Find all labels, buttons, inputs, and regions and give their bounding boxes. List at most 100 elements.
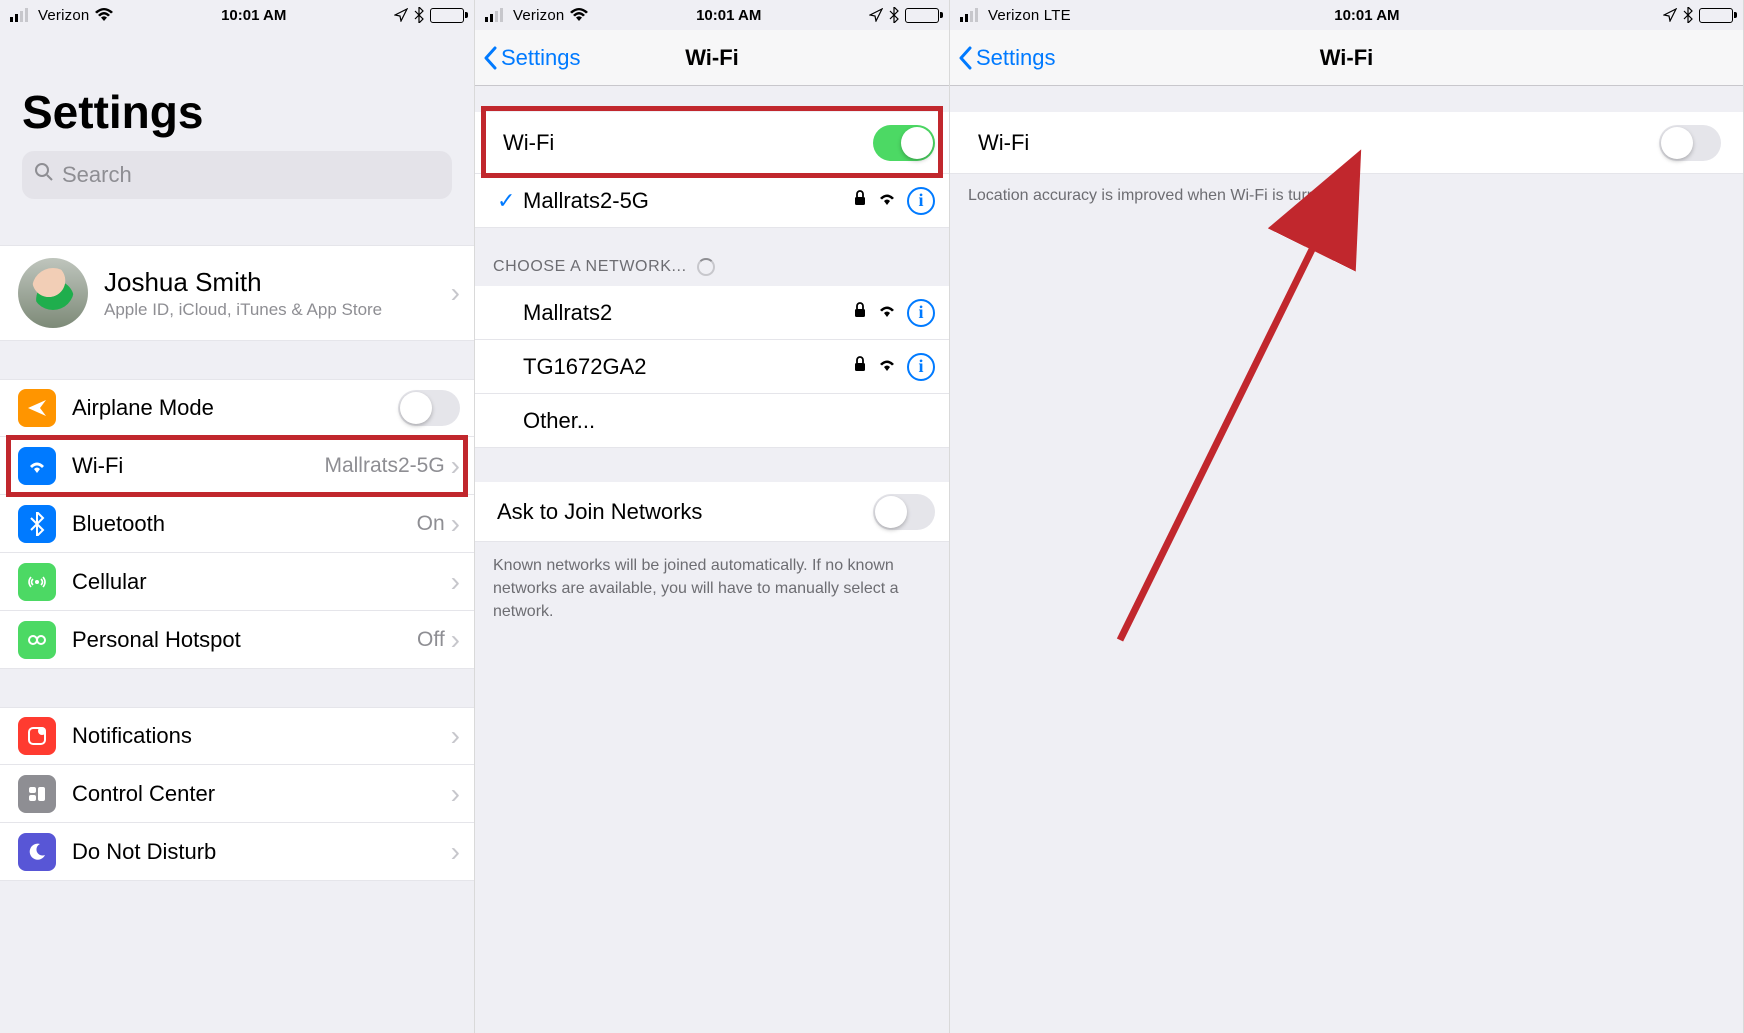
bluetooth-row[interactable]: Bluetooth On › [0,495,474,553]
search-icon [34,162,54,188]
signal-icon [960,8,982,22]
apple-id-row[interactable]: Joshua Smith Apple ID, iCloud, iTunes & … [0,245,474,341]
ask-to-join-row[interactable]: Ask to Join Networks [475,482,949,542]
info-button[interactable]: i [907,187,935,215]
cellular-icon [18,563,56,601]
wifi-off-footer: Location accuracy is improved when Wi-Fi… [950,174,1743,207]
checkmark-icon: ✓ [497,188,523,214]
ask-to-join-toggle[interactable] [873,494,935,530]
battery-icon [905,8,939,23]
nav-bar: Settings Wi-Fi [475,30,949,86]
wifi-other-row[interactable]: Other... [475,394,949,448]
lock-icon [853,189,867,212]
back-button[interactable]: Settings [475,45,581,71]
wifi-toggle-label: Wi-Fi [503,130,873,156]
wifi-toggle[interactable] [1659,125,1721,161]
hotspot-label: Personal Hotspot [72,627,241,653]
battery-icon [430,8,464,23]
carrier-label: Verizon [513,7,564,24]
notifications-label: Notifications [72,723,192,749]
wifi-icon [18,447,56,485]
hotspot-value: Off [417,628,451,652]
ask-to-join-label: Ask to Join Networks [497,499,873,525]
wifi-icon [95,8,113,22]
dnd-label: Do Not Disturb [72,839,216,865]
back-label: Settings [501,45,581,71]
wifi-toggle-label: Wi-Fi [978,130,1659,156]
battery-icon [1699,8,1733,23]
wifi-row[interactable]: Wi-Fi Mallrats2-5G › [0,437,474,495]
control-center-row[interactable]: Control Center › [0,765,474,823]
chevron-right-icon: › [451,568,460,596]
wifi-toggle-row[interactable]: Wi-Fi [950,112,1743,174]
control-center-label: Control Center [72,781,215,807]
account-subtitle: Apple ID, iCloud, iTunes & App Store [104,300,382,320]
chevron-right-icon: › [451,780,460,808]
screen-settings-root: Verizon 10:01 AM Settings Search Josh [0,0,475,1033]
status-bar: Verizon 10:01 AM [475,0,949,30]
hotspot-icon [18,621,56,659]
status-bar: Verizon LTE 10:01 AM [950,0,1743,30]
screen-wifi-off: Verizon LTE 10:01 AM Settings Wi-Fi Wi-F… [950,0,1744,1033]
nav-bar: Settings Wi-Fi [950,30,1743,86]
chevron-right-icon: › [451,838,460,866]
airplane-mode-row[interactable]: Airplane Mode [0,379,474,437]
wifi-value: Mallrats2-5G [324,454,450,478]
chevron-right-icon: › [451,452,460,480]
screen-wifi-on: Verizon 10:01 AM Settings Wi-Fi Wi-Fi ✓ … [475,0,950,1033]
back-button[interactable]: Settings [950,45,1056,71]
airplane-toggle[interactable] [398,390,460,426]
bluetooth-icon [1683,7,1693,23]
cellular-row[interactable]: Cellular › [0,553,474,611]
notifications-row[interactable]: Notifications › [0,707,474,765]
bluetooth-value: On [417,512,451,536]
airplane-icon [18,389,56,427]
notifications-group: Notifications › Control Center › Do Not … [0,707,474,881]
hotspot-row[interactable]: Personal Hotspot Off › [0,611,474,669]
wifi-connected-name: Mallrats2-5G [523,188,853,214]
bluetooth-icon [414,7,424,23]
wifi-network-name: TG1672GA2 [523,354,853,380]
carrier-label: Verizon [38,7,89,24]
wifi-label: Wi-Fi [72,453,123,479]
account-name: Joshua Smith [104,267,382,298]
status-bar: Verizon 10:01 AM [0,0,474,30]
info-button[interactable]: i [907,299,935,327]
location-icon [394,8,408,22]
signal-icon [10,8,32,22]
wifi-other-label: Other... [523,408,935,434]
chevron-right-icon: › [451,626,460,654]
connectivity-group: Airplane Mode Wi-Fi Mallrats2-5G › Bluet… [0,379,474,669]
wifi-strength-icon [877,190,897,211]
moon-icon [18,833,56,871]
page-title: Settings [0,30,474,151]
avatar [18,258,88,328]
lock-icon [853,355,867,378]
bluetooth-icon [889,7,899,23]
location-icon [869,8,883,22]
clock-label: 10:01 AM [696,7,761,24]
wifi-toggle[interactable] [873,125,935,161]
wifi-toggle-row[interactable]: Wi-Fi [475,112,949,174]
dnd-row[interactable]: Do Not Disturb › [0,823,474,881]
bluetooth-label: Bluetooth [72,511,165,537]
chevron-right-icon: › [451,510,460,538]
wifi-network-row[interactable]: TG1672GA2 i [475,340,949,394]
choose-network-header: CHOOSE A NETWORK... [475,228,949,286]
control-center-icon [18,775,56,813]
wifi-network-name: Mallrats2 [523,300,853,326]
wifi-strength-icon [877,356,897,377]
wifi-connected-row[interactable]: ✓ Mallrats2-5G i [475,174,949,228]
bluetooth-icon [18,505,56,543]
wifi-icon [570,8,588,22]
search-input[interactable]: Search [22,151,452,199]
notifications-icon [18,717,56,755]
wifi-strength-icon [877,302,897,323]
lock-icon [853,301,867,324]
chevron-right-icon: › [451,722,460,750]
back-label: Settings [976,45,1056,71]
spinner-icon [697,258,715,276]
wifi-network-row[interactable]: Mallrats2 i [475,286,949,340]
info-button[interactable]: i [907,353,935,381]
nav-title: Wi-Fi [950,45,1743,71]
